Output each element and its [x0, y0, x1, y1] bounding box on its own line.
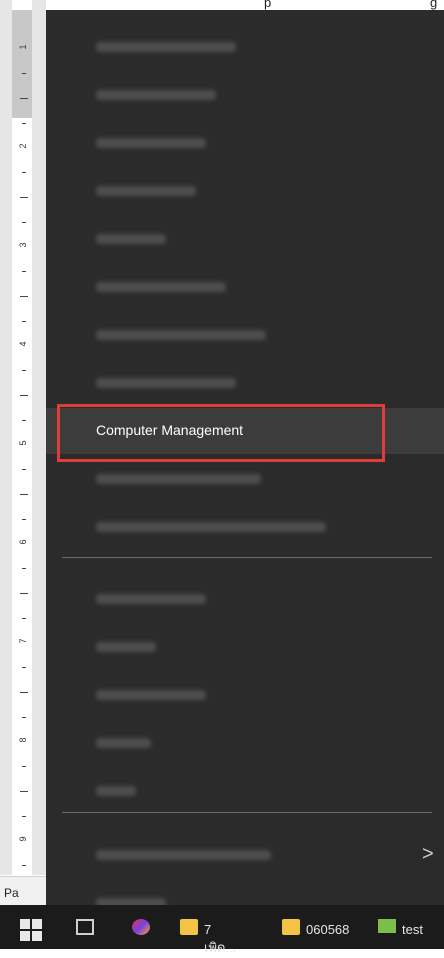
ruler-tick — [22, 816, 26, 817]
ruler-tick — [20, 494, 28, 495]
menu-item-obscured[interactable] — [46, 456, 444, 502]
menu-item-obscured[interactable] — [46, 768, 444, 814]
ruler-tick — [22, 370, 26, 371]
ruler-tick — [20, 98, 28, 99]
menu-item-obscured[interactable] — [46, 216, 444, 262]
blurred-label — [96, 378, 236, 388]
taskbar-button-label: 060568 — [306, 922, 350, 937]
ruler-tick — [20, 395, 28, 396]
ruler-tick — [22, 717, 26, 718]
blurred-label — [96, 786, 136, 796]
ruler-number: 2 — [18, 143, 28, 149]
menu-item-obscured[interactable] — [46, 264, 444, 310]
ruler-tick — [20, 791, 28, 792]
menu-item-obscured[interactable] — [46, 576, 444, 622]
blurred-label — [96, 522, 326, 532]
blurred-label — [96, 850, 271, 860]
windows-logo-icon — [20, 919, 30, 929]
ruler-tick — [22, 469, 26, 470]
blurred-label — [96, 330, 266, 340]
taskbar-button-label: 7 เพิด... — [204, 922, 237, 955]
blurred-label — [96, 282, 226, 292]
ruler-number: 9 — [18, 836, 28, 842]
menu-item-obscured[interactable] — [46, 72, 444, 118]
ruler-tick — [22, 766, 26, 767]
blurred-label — [96, 738, 151, 748]
ruler-tick — [22, 271, 26, 272]
ruler-tick — [22, 618, 26, 619]
ruler-number: 8 — [18, 737, 28, 743]
menu-separator — [62, 812, 432, 813]
menu-item-obscured[interactable] — [46, 168, 444, 214]
blurred-label — [96, 138, 206, 148]
menu-item-obscured[interactable] — [46, 312, 444, 358]
colorful-app-icon — [132, 919, 150, 935]
folder-icon — [282, 919, 300, 935]
ruler-tick — [22, 222, 26, 223]
ruler-tick — [22, 321, 26, 322]
ruler-tick — [22, 519, 26, 520]
ruler-tick — [22, 865, 26, 866]
menu-item-obscured[interactable] — [46, 624, 444, 670]
taskbar: 7 เพิด... 060568 test — [0, 905, 444, 955]
menu-item-obscured[interactable] — [46, 24, 444, 70]
ruler-tick — [22, 123, 26, 124]
task-view-icon — [76, 919, 94, 935]
ruler-number: 7 — [18, 638, 28, 644]
blurred-label — [96, 474, 261, 484]
ruler-number: 6 — [18, 539, 28, 545]
ruler-number: 1 — [18, 44, 28, 50]
menu-item-obscured[interactable] — [46, 504, 444, 550]
blurred-label — [96, 90, 216, 100]
menu-item-obscured[interactable] — [46, 120, 444, 166]
vertical-ruler[interactable]: 12345678910 — [0, 0, 46, 943]
ruler-tick — [22, 568, 26, 569]
ruler-tick — [20, 692, 28, 693]
document-top-strip: ฏ p g — [0, 0, 444, 13]
status-text: Pa — [4, 886, 19, 900]
blurred-label — [96, 594, 206, 604]
ruler-number: 3 — [18, 242, 28, 248]
chevron-right-icon: > — [422, 843, 434, 865]
highlight-annotation-box — [57, 404, 385, 462]
blurred-label — [96, 42, 236, 52]
menu-item-obscured[interactable] — [46, 720, 444, 766]
ruler-tick — [22, 420, 26, 421]
ruler-margin-shade — [12, 10, 32, 118]
ruler-number: 5 — [18, 440, 28, 446]
start-button[interactable] — [20, 919, 42, 941]
ruler-tick — [22, 667, 26, 668]
menu-item-obscured[interactable] — [46, 672, 444, 718]
ruler-tick — [22, 73, 26, 74]
ruler-tick — [20, 296, 28, 297]
document-status-bar: Pa — [0, 876, 46, 907]
app-icon — [378, 919, 396, 933]
blurred-label — [96, 234, 166, 244]
doc-text-fragment: p — [264, 0, 272, 10]
menu-separator — [62, 557, 432, 558]
blurred-label — [96, 642, 156, 652]
doc-text-fragment: g — [430, 0, 438, 10]
ruler-tick — [22, 172, 26, 173]
folder-icon — [180, 919, 198, 935]
winx-context-menu: Computer Management > — [46, 10, 444, 930]
blurred-label — [96, 690, 206, 700]
ruler-tick — [20, 197, 28, 198]
menu-item-obscured[interactable]: > — [46, 832, 444, 878]
blurred-label — [96, 186, 196, 196]
taskbar-button-label: test — [402, 922, 423, 937]
ruler-tick — [20, 593, 28, 594]
ruler-number: 4 — [18, 341, 28, 347]
menu-item-obscured[interactable] — [46, 360, 444, 406]
